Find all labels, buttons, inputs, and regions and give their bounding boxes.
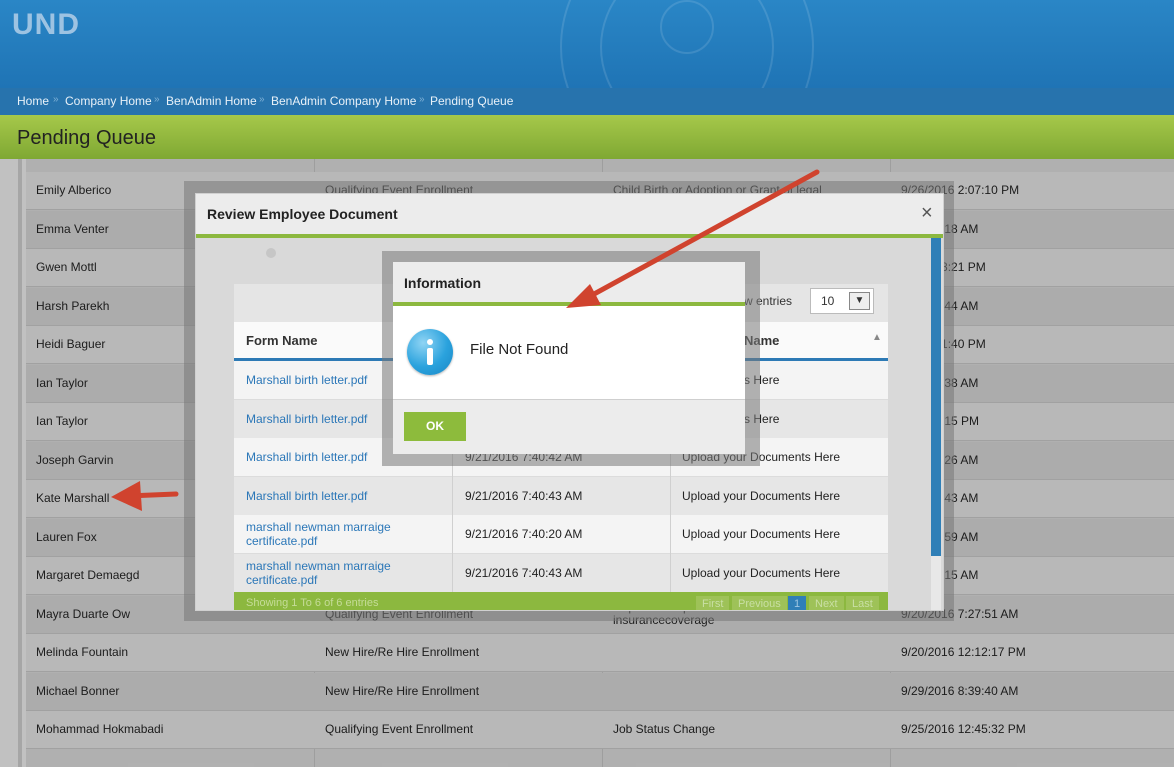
- arrow-to-kate-marshall-icon: [111, 481, 179, 511]
- arrow-to-dialog-icon: [566, 169, 820, 308]
- annotation-arrows: [111, 169, 820, 511]
